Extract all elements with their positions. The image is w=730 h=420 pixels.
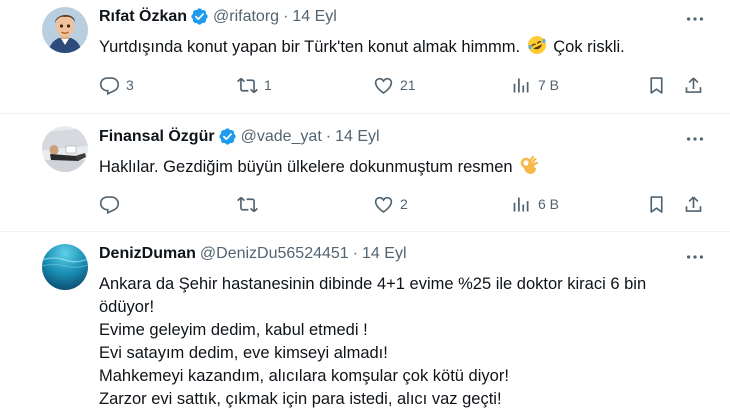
share-icon [685,76,702,93]
avatar-cartoon-man-image [42,7,88,53]
views-icon [513,78,529,92]
avatar-ocean-image [42,244,88,290]
tweet-date[interactable]: 14 Eyl [362,245,406,263]
tweet-date[interactable]: 14 Eyl [292,8,336,26]
avatar[interactable] [42,126,88,172]
like-count: 21 [400,77,416,93]
reply-button[interactable]: 3 [99,73,134,97]
tweet-text-line: Evi satayım dedim, eve kimseyi almadı! [99,344,388,362]
repost-button[interactable]: 1 [237,73,272,97]
views-button[interactable]: 6 B [511,192,559,216]
tweet-date[interactable]: 14 Eyl [335,128,379,146]
views-count: 6 B [538,196,560,212]
views-icon [513,197,529,211]
reply-count: 3 [126,77,134,93]
author-name[interactable]: Rıfat Özkan [99,8,187,26]
bookmark-button[interactable] [646,192,667,216]
avatar[interactable] [42,244,88,290]
tweet-text-line: Zarzor evi sattık, çıkmak için para iste… [99,390,502,408]
tweet-text-line: Mahkemeyi kazandım, alıcılara komşular ç… [99,367,509,385]
avatar[interactable] [42,7,88,53]
separator-dot: · [352,245,359,262]
tweet-text-line: Evime geleyim dedim, kabul etmedi ! [99,321,368,339]
share-icon [685,195,702,212]
like-button[interactable]: 21 [373,73,416,97]
reply-button[interactable] [99,192,126,216]
repost-icon [237,196,258,212]
author-handle[interactable]: @rifatorg [213,8,279,26]
tweet-text-part: Yurtdışında konut yapan bir Türk'ten kon… [99,38,521,56]
share-button[interactable] [683,73,704,97]
avatar-reclining-person-image [42,126,88,172]
verified-badge-icon [218,128,236,145]
heart-icon [374,196,393,213]
tweet-text: Yurtdışında konut yapan bir Türk'ten kon… [99,35,625,59]
bookmark-button[interactable] [646,73,667,97]
separator-dot: · [283,7,289,25]
tweet-3[interactable]: DenizDuman @DenizDu56524451 · 14 Eyl Ank… [0,232,730,420]
separator-dot: · [325,127,332,145]
heart-icon [374,77,393,94]
share-button[interactable] [683,192,704,216]
reply-icon [99,76,120,95]
views-button[interactable]: 7 B [511,73,559,97]
author-name[interactable]: Finansal Özgür [99,128,215,146]
author-handle[interactable]: @DenizDu56524451 [200,245,349,263]
tweet-text-line: ödüyor! [99,298,155,316]
tweet-text: Haklılar. Gezdiğim büyün ülkelere dokunm… [99,155,541,179]
more-dots-icon[interactable] [684,128,706,150]
repost-count: 1 [264,77,272,93]
tweet-text-part: Çok riskli. [553,38,625,56]
reply-icon [99,195,120,214]
verified-badge-icon [191,8,208,25]
repost-icon [237,77,258,93]
rolling-laughing-emoji-icon [527,36,546,54]
more-dots-icon[interactable] [684,8,706,30]
author-handle[interactable]: @vade_yat [241,128,322,146]
ok-hand-emoji-icon [520,155,539,174]
views-count: 7 B [538,77,560,93]
more-dots-icon[interactable] [684,246,706,268]
bookmark-icon [650,195,663,213]
tweet-text-part: Haklılar. Gezdiğim büyün ülkelere dokunm… [99,158,513,176]
like-button[interactable]: 2 [373,192,408,216]
repost-button[interactable] [237,192,264,216]
tweet-2[interactable]: Finansal Özgür @vade_yat · 14 Eyl Haklıl… [0,114,730,230]
tweet-text-line: Ankara da Şehir hastanesinin dibinde 4+1… [99,275,647,293]
tweet-text: Ankara da Şehir hastanesinin dibinde 4+1… [99,273,709,411]
author-name[interactable]: DenizDuman [99,245,196,263]
tweet-1[interactable]: Rıfat Özkan @rifatorg · 14 Eyl Yurtdışın… [0,0,730,112]
like-count: 2 [400,196,408,212]
bookmark-icon [650,76,663,94]
